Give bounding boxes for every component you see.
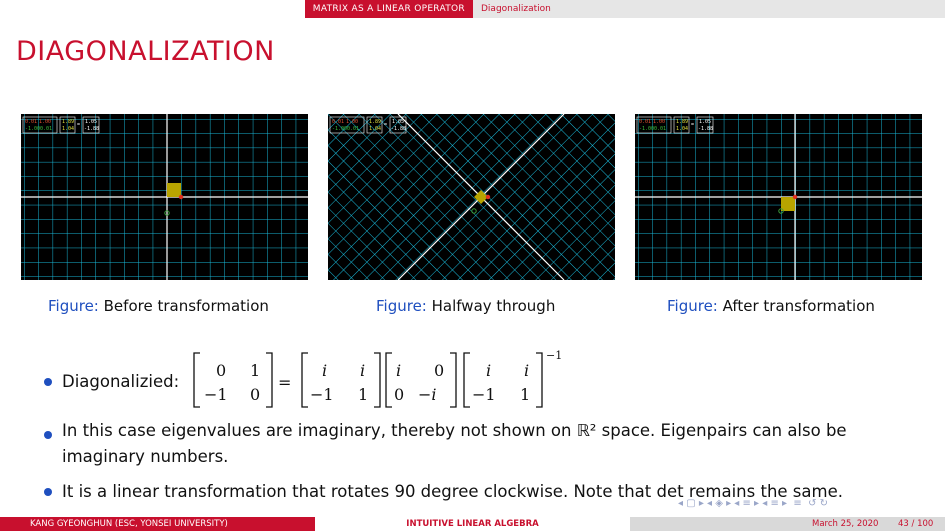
footer-date: March 25, 2020 (812, 519, 879, 529)
svg-text:0.01: 0.01 (639, 119, 651, 125)
subsection-link[interactable]: Diagonalization (481, 4, 551, 14)
diagonalization-equation: 0 1 −1 0 = i i −1 1 i 0 0 −i i i −1 1 −1 (193, 349, 562, 408)
matrix-entry: i (524, 361, 529, 380)
basis-vector-point (792, 194, 798, 200)
matrix-entry: −1 (310, 385, 334, 404)
svg-text:1.04: 1.04 (369, 126, 381, 132)
section-link[interactable]: MATRIX AS A LINEAR OPERATOR (304, 0, 473, 18)
matrix-entry: i (486, 361, 491, 380)
matrix-entry: 0 (250, 385, 260, 404)
matrix-entry: −1 (204, 385, 228, 404)
grid-plot-halfway: 0.01 1.00 -1.00 0.01 1.891.04 1.05-1.88 = (328, 114, 615, 280)
bullet-dot (44, 431, 52, 439)
svg-text:1.89: 1.89 (369, 119, 381, 125)
unit-square (167, 183, 181, 197)
matrix-entry: i (360, 361, 365, 380)
svg-text:1.05: 1.05 (699, 119, 711, 125)
footer-author: KANG GYEONGHUN (ESC, YONSEI UNIVERSITY) (0, 517, 315, 531)
footer-date-page: March 25, 2020 43 / 100 (630, 517, 945, 531)
svg-text:1.05: 1.05 (85, 119, 97, 125)
svg-text:0.01: 0.01 (654, 126, 666, 132)
svg-text:-1.88: -1.88 (698, 126, 713, 132)
matrix-entry: 0 (216, 361, 226, 380)
svg-text:1.89: 1.89 (62, 119, 74, 125)
bullet-text-line: In this case eigenvalues are imaginary, … (62, 421, 847, 440)
bullet-imaginary-eigenvalues: In this case eigenvalues are imaginary, … (62, 418, 922, 470)
svg-text:=: = (77, 122, 80, 128)
caption-halfway: Figure: Halfway through (376, 297, 556, 315)
svg-text:0.01: 0.01 (332, 119, 344, 125)
grid-plot-before: 0.01 1.00 -1.00 0.01 1.891.04 1.05-1.88 = (21, 114, 308, 280)
beamer-nav-icons[interactable]: ◂ ▢ ▸ ◂ ◈ ▸ ◂ ≡ ▸ ◂ ≡ ▸ ≡ ↺ ↻ (678, 498, 828, 509)
figure-halfway-through: 0.01 1.00 -1.00 0.01 1.89 1.04 1.05 -1.88 = (328, 114, 615, 280)
svg-text:=: = (384, 122, 387, 128)
matrix-entry: 1 (358, 385, 368, 404)
svg-text:1.00: 1.00 (346, 119, 358, 125)
svg-text:-1.00: -1.00 (639, 126, 654, 132)
matrix-entry: i (396, 361, 401, 380)
matrix-entry: 0 (394, 385, 404, 404)
grid-plot-after: 0.01 1.00 -1.00 0.01 1.891.04 1.05-1.88 = (635, 114, 922, 280)
matrix-entry: −1 (472, 385, 496, 404)
svg-text:1.00: 1.00 (39, 119, 51, 125)
top-navigation-bar: MATRIX AS A LINEAR OPERATOR Diagonalizat… (0, 0, 945, 18)
footer-bar: KANG GYEONGHUN (ESC, YONSEI UNIVERSITY) … (0, 517, 945, 531)
svg-text:=: = (691, 122, 694, 128)
svg-text:-1.00: -1.00 (332, 126, 347, 132)
svg-text:-1.00: -1.00 (25, 126, 40, 132)
footer-page-number: 43 / 100 (898, 519, 934, 529)
caption-before: Figure: Before transformation (48, 297, 269, 315)
bullet-dot (44, 378, 52, 386)
unit-square (781, 197, 795, 211)
bullet-dot (44, 488, 52, 496)
svg-text:0.01: 0.01 (40, 126, 52, 132)
matrix-entry: −i (418, 385, 437, 404)
figure-after-transformation: 0.01 1.00 -1.00 0.01 1.89 1.04 1.05 -1.88 = (635, 114, 922, 280)
slide-title: DIAGONALIZATION (16, 36, 275, 67)
svg-text:0.01: 0.01 (347, 126, 359, 132)
inverse-exponent: −1 (546, 349, 562, 362)
svg-text:0.01: 0.01 (25, 119, 37, 125)
svg-text:-1.88: -1.88 (391, 126, 406, 132)
matrix-entry: 1 (250, 361, 260, 380)
svg-text:1.05: 1.05 (392, 119, 404, 125)
matrix-entry: i (322, 361, 327, 380)
equals-sign: = (278, 373, 291, 392)
svg-text:1.04: 1.04 (676, 126, 688, 132)
figure-before-transformation: 0.01 1.00 -1.00 0.01 1.89 1.04 1.05 -1.88 = (21, 114, 308, 280)
subsection-area: Diagonalization (473, 0, 945, 18)
matrix-entry: 0 (434, 361, 444, 380)
bullet-text-line: imaginary numbers. (62, 447, 229, 466)
matrix-entry: 1 (520, 385, 530, 404)
basis-vector-point (178, 194, 184, 200)
svg-text:1.89: 1.89 (676, 119, 688, 125)
caption-after: Figure: After transformation (667, 297, 875, 315)
footer-title: INTUITIVE LINEAR ALGEBRA (315, 517, 630, 531)
svg-text:1.00: 1.00 (653, 119, 665, 125)
svg-text:1.04: 1.04 (62, 126, 74, 132)
svg-text:-1.88: -1.88 (84, 126, 99, 132)
bullet-diagonalized-label: Diagonalizied: (62, 372, 180, 391)
basis-vector-point (485, 194, 491, 200)
